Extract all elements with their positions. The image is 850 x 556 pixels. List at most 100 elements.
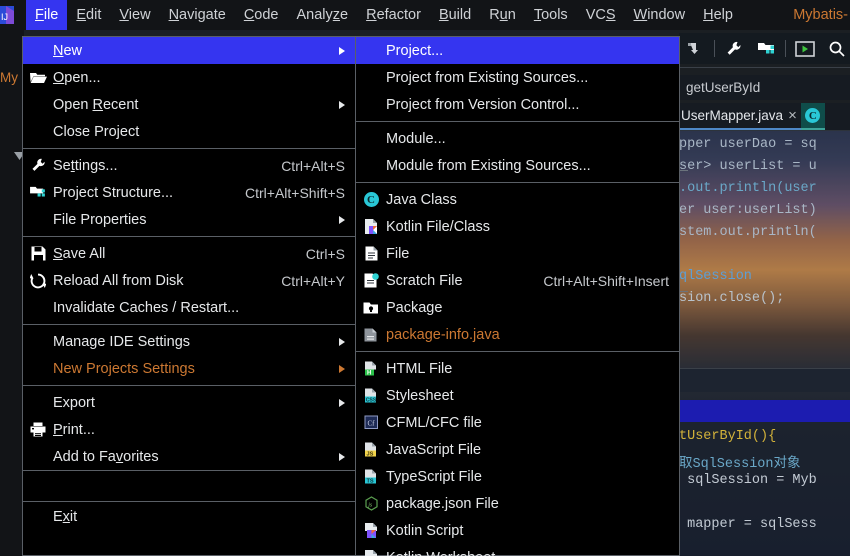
menu-item-save-all[interactable]: Save All Ctrl+S (23, 240, 355, 267)
menu-item-project-structure[interactable]: Project Structure... Ctrl+Alt+Shift+S (23, 179, 355, 206)
chevron-right-icon (339, 337, 345, 346)
submenu-item-package-info-java[interactable]: package-info.java (356, 321, 679, 348)
menubar-item-file[interactable]: File (26, 0, 68, 30)
menu-item-shortcut: Ctrl+Alt+Shift+Insert (543, 272, 669, 289)
submenu-item-html-file[interactable]: H HTML File (356, 355, 679, 382)
update-project-icon[interactable] (682, 36, 708, 62)
java-class-icon: C (805, 108, 821, 123)
menubar-item-code[interactable]: Code (235, 0, 288, 30)
ide-window: My C MybatisUtils resources IJ F (0, 0, 850, 556)
project-structure-icon[interactable] (753, 36, 779, 62)
java-class-icon: C (356, 192, 386, 207)
menubar-item-edit[interactable]: Edit (67, 0, 110, 30)
submenu-item-package[interactable]: Package (356, 294, 679, 321)
menu-item-label: Save All (53, 245, 106, 262)
menu-item-invalidate-caches[interactable]: Invalidate Caches / Restart... (23, 294, 355, 321)
settings-wrench-icon[interactable] (721, 36, 747, 62)
menubar-item-analyze[interactable]: Analyze (288, 0, 358, 30)
breadcrumb[interactable]: getUserById (679, 75, 850, 100)
submenu-item-kotlin-file-class[interactable]: Kotlin File/Class (356, 213, 679, 240)
submenu-item-stylesheet[interactable]: CSS Stylesheet (356, 382, 679, 409)
code-line: stem.out.println( (679, 225, 817, 240)
menu-separator (356, 351, 679, 352)
editor-tab-secondary[interactable]: C (800, 103, 825, 130)
code-line: 取SqlSession对象 (679, 457, 801, 472)
new-submenu[interactable]: Project... Project from Existing Sources… (355, 36, 680, 556)
menu-item-add-to-favorites[interactable]: Add to Favorites (23, 443, 355, 470)
menubar-item-window[interactable]: Window (625, 0, 695, 30)
submenu-item-file[interactable]: File (356, 240, 679, 267)
folder-open-icon (23, 71, 53, 84)
menu-item-label: CFML/CFC file (386, 414, 482, 431)
menu-item-settings[interactable]: Settings... Ctrl+Alt+S (23, 152, 355, 179)
menu-item-open-recent[interactable]: Open Recent (23, 91, 355, 118)
menu-item-exit[interactable]: Exit (23, 502, 355, 532)
submenu-item-typescript-file[interactable]: TS TypeScript File (356, 463, 679, 490)
menu-item-reload-all-from-disk[interactable]: Reload All from Disk Ctrl+Alt+Y (23, 267, 355, 294)
menu-item-label: Settings... (53, 157, 118, 174)
intellij-idea-logo-icon: IJ (0, 0, 26, 30)
menu-item-close-project[interactable]: Close Project (23, 118, 355, 145)
toolbar-divider (679, 67, 850, 68)
submenu-item-java-class[interactable]: C Java Class (356, 186, 679, 213)
chevron-right-icon (339, 215, 345, 224)
menu-item-label: Project from Version Control... (386, 96, 580, 113)
submenu-item-module[interactable]: Module... (356, 125, 679, 152)
menu-item-label: Kotlin Script (386, 522, 464, 539)
menubar-item-build[interactable]: Build (430, 0, 480, 30)
project-panel-label: My (0, 70, 18, 85)
menu-item-label: Print... (53, 421, 95, 438)
package-info-icon (356, 328, 386, 342)
editor-tab-usermapper[interactable]: UserMapper.java × (679, 103, 801, 130)
left-tool-sidebar[interactable] (0, 30, 24, 556)
svg-text:js: js (367, 502, 373, 508)
menubar-item-tools[interactable]: Tools (525, 0, 577, 30)
menu-item-label: Scratch File (386, 272, 463, 289)
search-everywhere-icon[interactable] (824, 36, 850, 62)
menu-item-power-save-mode[interactable] (23, 471, 355, 501)
menu-item-label: Close Project (53, 123, 140, 140)
menubar-item-view[interactable]: View (110, 0, 159, 30)
submenu-item-package-json-file[interactable]: js package.json File (356, 490, 679, 517)
menubar-item-refactor[interactable]: Refactor (357, 0, 430, 30)
submenu-item-scratch-file[interactable]: Scratch File Ctrl+Alt+Shift+Insert (356, 267, 679, 294)
menu-item-label: package.json File (386, 495, 499, 512)
menu-item-new[interactable]: New (23, 37, 355, 64)
submenu-item-kotlin-worksheet[interactable]: Kotlin Worksheet (356, 544, 679, 556)
submenu-item-module-from-existing-sources[interactable]: Module from Existing Sources... (356, 152, 679, 179)
menu-item-label: Stylesheet (386, 387, 454, 404)
chevron-right-icon (339, 100, 345, 109)
menubar-item-run[interactable]: Run (480, 0, 525, 30)
submenu-item-project-from-version-control[interactable]: Project from Version Control... (356, 91, 679, 118)
submenu-item-project-from-existing-sources[interactable]: Project from Existing Sources... (356, 64, 679, 91)
submenu-item-project[interactable]: Project... (356, 37, 679, 64)
project-structure-icon (23, 185, 53, 200)
kotlin-file-icon (356, 219, 386, 234)
menu-item-label: Module... (386, 130, 446, 147)
menu-item-label: New Projects Settings (53, 360, 195, 377)
submenu-item-kotlin-script[interactable]: Kotlin Script (356, 517, 679, 544)
run-configuration-icon[interactable] (792, 36, 818, 62)
menu-item-label: File (386, 245, 410, 262)
file-menu[interactable]: New Open... Open Recent Close Project Se… (22, 36, 356, 556)
menu-item-manage-ide-settings[interactable]: Manage IDE Settings (23, 328, 355, 355)
menu-item-label: New (53, 42, 83, 59)
menu-separator (23, 236, 355, 237)
menu-item-file-properties[interactable]: File Properties (23, 206, 355, 233)
menubar-item-help[interactable]: Help (694, 0, 742, 30)
menu-item-new-projects-settings[interactable]: New Projects Settings (23, 355, 355, 382)
menubar-item-navigate[interactable]: Navigate (160, 0, 235, 30)
menubar-item-vcs[interactable]: VCS (577, 0, 625, 30)
code-line: pper userDao = sq (679, 137, 817, 152)
menu-item-label: Open Recent (53, 96, 139, 113)
submenu-item-javascript-file[interactable]: JS JavaScript File (356, 436, 679, 463)
toolbar-separator (785, 40, 786, 57)
menu-item-label: package-info.java (386, 326, 500, 343)
close-icon[interactable]: × (788, 108, 797, 123)
menu-item-label: Open... (53, 69, 101, 86)
submenu-item-cfml-cfc-file[interactable]: Cf CFML/CFC file (356, 409, 679, 436)
menu-item-print[interactable]: Print... (23, 416, 355, 443)
menu-item-open[interactable]: Open... (23, 64, 355, 91)
menu-item-export[interactable]: Export (23, 389, 355, 416)
code-editor[interactable]: pper userDao = sq ser> userList = u .out… (679, 133, 850, 556)
